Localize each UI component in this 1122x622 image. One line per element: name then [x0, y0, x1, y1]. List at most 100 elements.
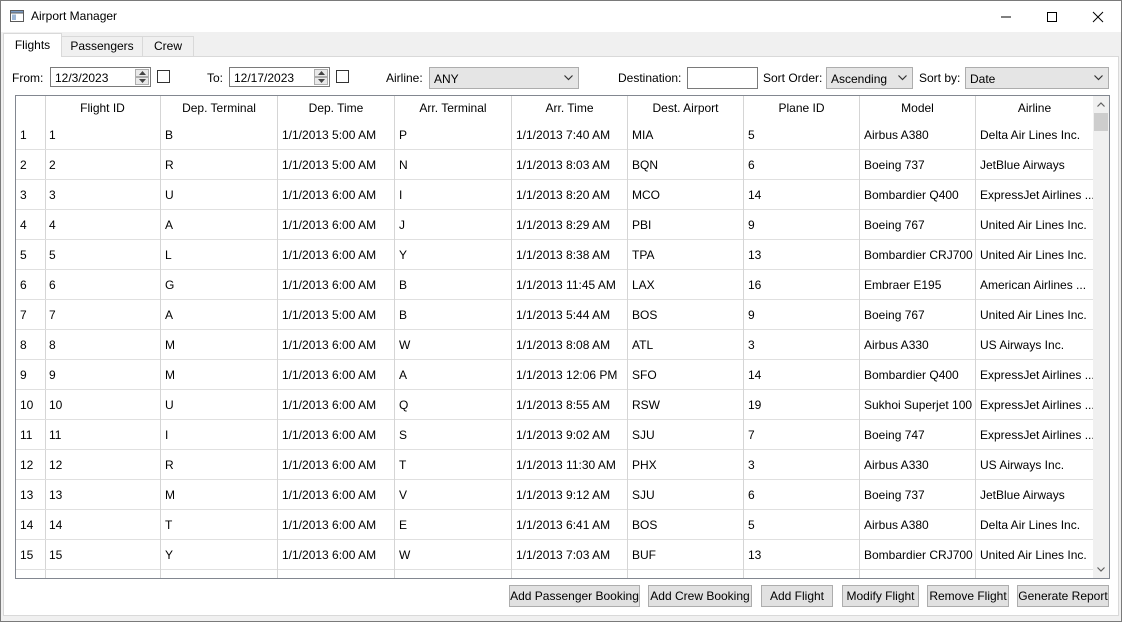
cell-dep-terminal[interactable]: T: [161, 510, 278, 540]
cell-model[interactable]: Boeing 737: [860, 480, 976, 510]
cell-dep-time[interactable]: 1/1/2013 6:00 AM: [278, 390, 395, 420]
table-row[interactable]: 12 12 R 1/1/2013 6:00 AM T 1/1/2013 11:30 AM P…: [16, 450, 1093, 480]
cell-dest-airport[interactable]: MCO: [628, 180, 744, 210]
cell-dest-airport[interactable]: RSW: [628, 390, 744, 420]
cell-arr-terminal[interactable]: A: [395, 360, 512, 390]
cell-arr-time[interactable]: 1/1/2013 7:40 AM: [512, 120, 628, 150]
cell-flight-id[interactable]: 15: [45, 540, 161, 570]
cell-airline[interactable]: ExpressJet Airlines ...: [976, 360, 1093, 390]
table-row[interactable]: 8 8 M 1/1/2013 6:00 AM W 1/1/2013 8:08 AM ATL 3…: [16, 330, 1093, 360]
cell-model[interactable]: Boeing 767: [860, 210, 976, 240]
cell-plane-id[interactable]: 7: [744, 420, 860, 450]
cell-model[interactable]: Bombardier Q400: [860, 180, 976, 210]
table-row[interactable]: 7 7 A 1/1/2013 5:00 AM B 1/1/2013 5:44 AM BOS 9…: [16, 300, 1093, 330]
cell-flight-id[interactable]: 13: [45, 480, 161, 510]
cell-arr-time[interactable]: 1/1/2013 11:45 AM: [512, 270, 628, 300]
cell-airline[interactable]: Delta Air Lines Inc.: [976, 510, 1093, 540]
tab-flights[interactable]: Flights: [3, 33, 62, 57]
cell-dep-terminal[interactable]: M: [161, 330, 278, 360]
maximize-button[interactable]: [1029, 1, 1075, 32]
cell-airline[interactable]: ExpressJet Airlines ...: [976, 420, 1093, 450]
cell-dep-terminal[interactable]: B: [161, 120, 278, 150]
cell-arr-terminal[interactable]: E: [395, 510, 512, 540]
cell-model[interactable]: Boeing 737: [860, 150, 976, 180]
add-crew-booking-button[interactable]: Add Crew Booking: [648, 585, 752, 607]
table-row[interactable]: 15 15 Y 1/1/2013 6:00 AM W 1/1/2013 7:03 AM BU…: [16, 540, 1093, 570]
table-row[interactable]: 9 9 M 1/1/2013 6:00 AM A 1/1/2013 12:06 PM SFO…: [16, 360, 1093, 390]
from-date-picker[interactable]: 12/3/2023: [50, 67, 151, 87]
to-date-checkbox[interactable]: [336, 70, 349, 83]
cell-arr-terminal[interactable]: V: [395, 480, 512, 510]
row-header[interactable]: 2: [16, 150, 45, 180]
row-header[interactable]: 4: [16, 210, 45, 240]
row-header[interactable]: 14: [16, 510, 45, 540]
cell-airline[interactable]: JetBlue Airways: [976, 480, 1093, 510]
row-header[interactable]: 5: [16, 240, 45, 270]
cell-arr-terminal[interactable]: J: [395, 210, 512, 240]
cell-dep-terminal[interactable]: U: [161, 390, 278, 420]
cell-dep-time[interactable]: 1/1/2013 6:00 AM: [278, 360, 395, 390]
minimize-button[interactable]: [983, 1, 1029, 32]
table-row[interactable]: 11 11 I 1/1/2013 6:00 AM S 1/1/2013 9:02 AM SJ…: [16, 420, 1093, 450]
table-row[interactable]: 13 13 M 1/1/2013 6:00 AM V 1/1/2013 9:12 AM SJ…: [16, 480, 1093, 510]
cell-plane-id[interactable]: 3: [744, 450, 860, 480]
sort-order-select[interactable]: Ascending: [826, 67, 913, 89]
cell-dep-terminal[interactable]: I: [161, 420, 278, 450]
cell-dep-time[interactable]: 1/1/2013 5:00 AM: [278, 150, 395, 180]
cell-plane-id[interactable]: 6: [744, 150, 860, 180]
modify-flight-button[interactable]: Modify Flight: [842, 585, 919, 607]
cell-plane-id[interactable]: 5: [744, 120, 860, 150]
column-header-arr-terminal[interactable]: Arr. Terminal: [395, 96, 512, 120]
cell-dep-time[interactable]: 1/1/2013 6:00 AM: [278, 240, 395, 270]
cell-arr-terminal[interactable]: Q: [395, 390, 512, 420]
cell-plane-id[interactable]: 13: [744, 240, 860, 270]
cell-dest-airport[interactable]: ATL: [628, 330, 744, 360]
cell-dep-time[interactable]: 1/1/2013 6:00 AM: [278, 210, 395, 240]
cell-plane-id[interactable]: 6: [744, 480, 860, 510]
cell-dep-terminal[interactable]: A: [161, 210, 278, 240]
cell-dep-time[interactable]: 1/1/2013 6:00 AM: [278, 180, 395, 210]
table-row[interactable]: 4 4 A 1/1/2013 6:00 AM J 1/1/2013 8:29 AM PBI 9…: [16, 210, 1093, 240]
cell-flight-id[interactable]: 9: [45, 360, 161, 390]
column-header-plane-id[interactable]: Plane ID: [744, 96, 860, 120]
cell-dep-terminal[interactable]: L: [161, 240, 278, 270]
column-header-airline[interactable]: Airline: [976, 96, 1093, 120]
cell-dep-terminal[interactable]: Y: [161, 540, 278, 570]
cell-plane-id[interactable]: 16: [744, 270, 860, 300]
cell-arr-time[interactable]: 1/1/2013 7:03 AM: [512, 540, 628, 570]
from-date-down-button[interactable]: [135, 77, 149, 85]
cell-arr-terminal[interactable]: B: [395, 300, 512, 330]
cell-flight-id[interactable]: 3: [45, 180, 161, 210]
cell-plane-id[interactable]: 14: [744, 180, 860, 210]
from-date-up-button[interactable]: [135, 69, 149, 77]
cell-arr-terminal[interactable]: W: [395, 330, 512, 360]
cell-dest-airport[interactable]: PBI: [628, 210, 744, 240]
cell-dep-terminal[interactable]: R: [161, 450, 278, 480]
generate-report-button[interactable]: Generate Report: [1017, 585, 1109, 607]
cell-model[interactable]: Boeing 767: [860, 300, 976, 330]
vertical-scrollbar[interactable]: [1093, 96, 1109, 578]
row-header[interactable]: 7: [16, 300, 45, 330]
cell-model[interactable]: Airbus A330: [860, 450, 976, 480]
cell-arr-time[interactable]: 1/1/2013 8:20 AM: [512, 180, 628, 210]
cell-dest-airport[interactable]: BOS: [628, 300, 744, 330]
cell-model[interactable]: Airbus A330: [860, 330, 976, 360]
cell-arr-time[interactable]: 1/1/2013 5:44 AM: [512, 300, 628, 330]
cell-arr-terminal[interactable]: S: [395, 420, 512, 450]
cell-dest-airport[interactable]: SFO: [628, 360, 744, 390]
cell-airline[interactable]: US Airways Inc.: [976, 450, 1093, 480]
row-header[interactable]: 3: [16, 180, 45, 210]
cell-arr-time[interactable]: 1/1/2013 11:30 AM: [512, 450, 628, 480]
column-header-arr-time[interactable]: Arr. Time: [512, 96, 628, 120]
cell-arr-terminal[interactable]: T: [395, 450, 512, 480]
row-header[interactable]: 6: [16, 270, 45, 300]
cell-airline[interactable]: United Air Lines Inc.: [976, 240, 1093, 270]
row-header[interactable]: 1: [16, 120, 45, 150]
cell-flight-id[interactable]: 1: [45, 120, 161, 150]
cell-dep-time[interactable]: 1/1/2013 6:00 AM: [278, 480, 395, 510]
table-row[interactable]: 2 2 R 1/1/2013 5:00 AM N 1/1/2013 8:03 AM BQN 6…: [16, 150, 1093, 180]
cell-dep-time[interactable]: 1/1/2013 6:00 AM: [278, 420, 395, 450]
cell-dep-time[interactable]: 1/1/2013 6:00 AM: [278, 540, 395, 570]
cell-arr-time[interactable]: 1/1/2013 8:38 AM: [512, 240, 628, 270]
cell-dep-terminal[interactable]: M: [161, 480, 278, 510]
